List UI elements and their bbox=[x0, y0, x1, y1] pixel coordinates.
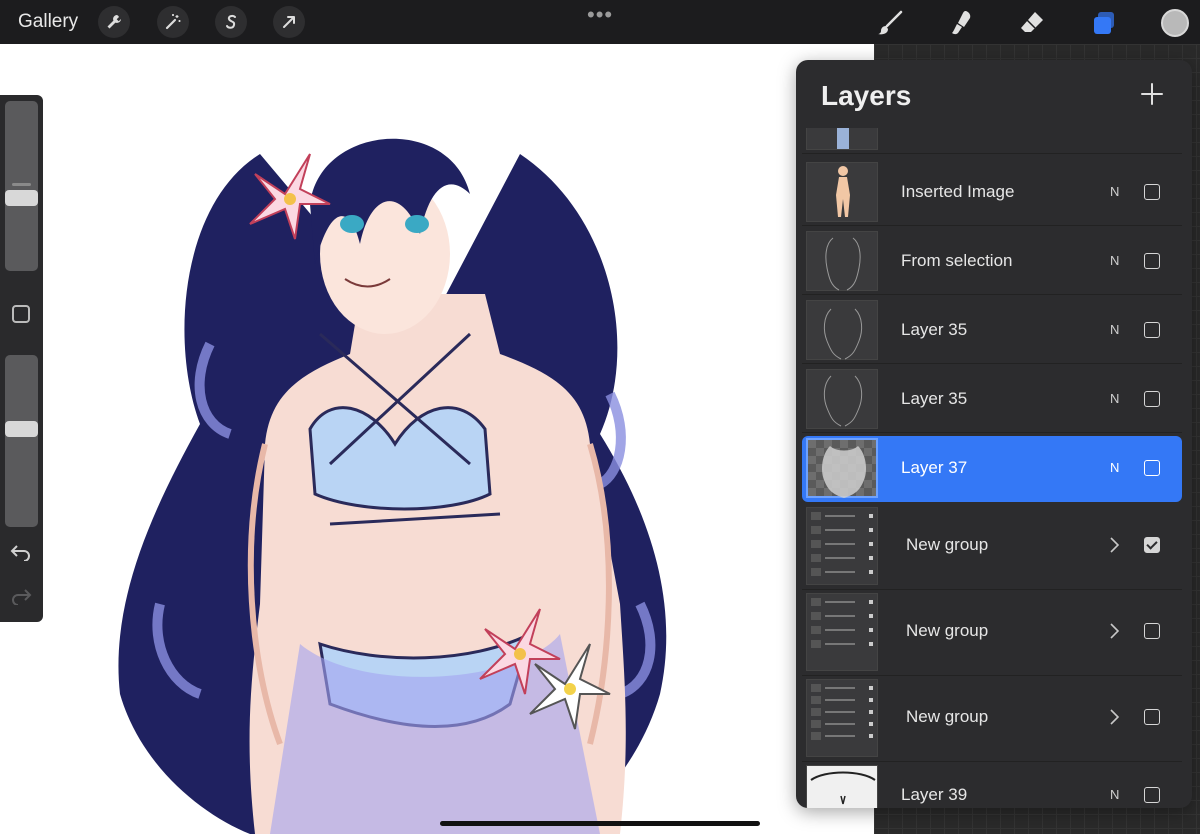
group-name: New group bbox=[906, 535, 989, 554]
blend-mode-button[interactable]: N bbox=[1110, 391, 1119, 406]
visibility-checkbox[interactable] bbox=[1144, 623, 1160, 639]
layer-row[interactable]: Layer 35 N bbox=[802, 298, 1182, 364]
group-thumbnail bbox=[806, 679, 878, 757]
color-picker-button[interactable] bbox=[1161, 9, 1189, 37]
wrench-icon[interactable] bbox=[98, 6, 130, 38]
add-layer-plus-icon[interactable] bbox=[1138, 80, 1166, 108]
layer-name: Layer 35 bbox=[901, 389, 968, 408]
layer-row[interactable]: Inserted Image N bbox=[802, 160, 1182, 226]
visibility-checkbox[interactable] bbox=[1144, 391, 1160, 407]
gallery-button[interactable]: Gallery bbox=[18, 11, 78, 33]
layers-panel-title: Layers bbox=[821, 80, 912, 111]
layer-thumbnail bbox=[806, 128, 878, 150]
eraser-icon[interactable] bbox=[1015, 6, 1049, 40]
slider-tick bbox=[12, 183, 31, 186]
layer-thumbnail bbox=[806, 369, 878, 429]
layer-row-partial[interactable] bbox=[802, 128, 1182, 154]
layer-name: From selection bbox=[901, 251, 1013, 270]
brush-size-handle[interactable] bbox=[5, 190, 38, 206]
blend-mode-button[interactable]: N bbox=[1110, 253, 1119, 268]
chevron-right-icon[interactable] bbox=[1108, 535, 1120, 560]
redo-icon[interactable] bbox=[10, 587, 32, 610]
smudge-icon[interactable] bbox=[944, 6, 978, 40]
top-toolbar: Gallery ••• bbox=[0, 0, 1200, 44]
layer-thumbnail bbox=[806, 765, 878, 808]
layers-panel: Layers Inserted Image N From selection N bbox=[796, 60, 1192, 808]
visibility-checkbox[interactable] bbox=[1144, 537, 1160, 553]
chevron-right-icon[interactable] bbox=[1108, 621, 1120, 646]
blend-mode-button[interactable]: N bbox=[1110, 460, 1119, 475]
layers-icon[interactable] bbox=[1087, 6, 1121, 40]
brush-icon[interactable] bbox=[873, 6, 907, 40]
group-row[interactable]: New group bbox=[802, 677, 1182, 762]
modify-button[interactable] bbox=[12, 305, 30, 323]
layer-name: Layer 35 bbox=[901, 320, 968, 339]
group-thumbnail bbox=[806, 593, 878, 671]
opacity-handle[interactable] bbox=[5, 421, 38, 437]
visibility-checkbox[interactable] bbox=[1144, 322, 1160, 338]
magic-wand-icon[interactable] bbox=[157, 6, 189, 38]
visibility-checkbox[interactable] bbox=[1144, 787, 1160, 803]
left-sidebar bbox=[0, 95, 43, 622]
visibility-checkbox[interactable] bbox=[1144, 709, 1160, 725]
layer-list[interactable]: Inserted Image N From selection N Layer … bbox=[796, 128, 1192, 808]
blend-mode-button[interactable]: N bbox=[1110, 787, 1119, 802]
layer-thumbnail bbox=[806, 162, 878, 222]
home-indicator bbox=[440, 821, 760, 826]
layer-row[interactable]: Layer 39 N bbox=[802, 763, 1182, 808]
visibility-checkbox[interactable] bbox=[1144, 253, 1160, 269]
layer-name: Layer 37 bbox=[901, 458, 968, 477]
group-name: New group bbox=[906, 707, 989, 726]
group-thumbnail bbox=[806, 507, 878, 585]
selection-s-icon[interactable] bbox=[215, 6, 247, 38]
layer-row[interactable]: From selection N bbox=[802, 229, 1182, 295]
visibility-checkbox[interactable] bbox=[1144, 460, 1160, 476]
group-row[interactable]: New group bbox=[802, 591, 1182, 676]
blend-mode-button[interactable]: N bbox=[1110, 322, 1119, 337]
blend-mode-button[interactable]: N bbox=[1110, 184, 1119, 199]
group-row[interactable]: New group bbox=[802, 505, 1182, 590]
group-name: New group bbox=[906, 621, 989, 640]
layer-thumbnail bbox=[806, 300, 878, 360]
chevron-right-icon[interactable] bbox=[1108, 707, 1120, 732]
transform-arrow-icon[interactable] bbox=[273, 6, 305, 38]
layer-name: Inserted Image bbox=[901, 182, 1015, 201]
layer-row-selected[interactable]: Layer 37 N bbox=[802, 436, 1182, 502]
opacity-slider[interactable] bbox=[5, 355, 38, 527]
layer-thumbnail bbox=[806, 231, 878, 291]
more-options-button[interactable]: ••• bbox=[587, 2, 613, 28]
brush-size-slider[interactable] bbox=[5, 101, 38, 271]
undo-icon[interactable] bbox=[10, 543, 32, 566]
layer-name: Layer 39 bbox=[901, 785, 968, 804]
visibility-checkbox[interactable] bbox=[1144, 184, 1160, 200]
layer-row[interactable]: Layer 35 N bbox=[802, 367, 1182, 433]
layer-thumbnail bbox=[806, 438, 878, 498]
